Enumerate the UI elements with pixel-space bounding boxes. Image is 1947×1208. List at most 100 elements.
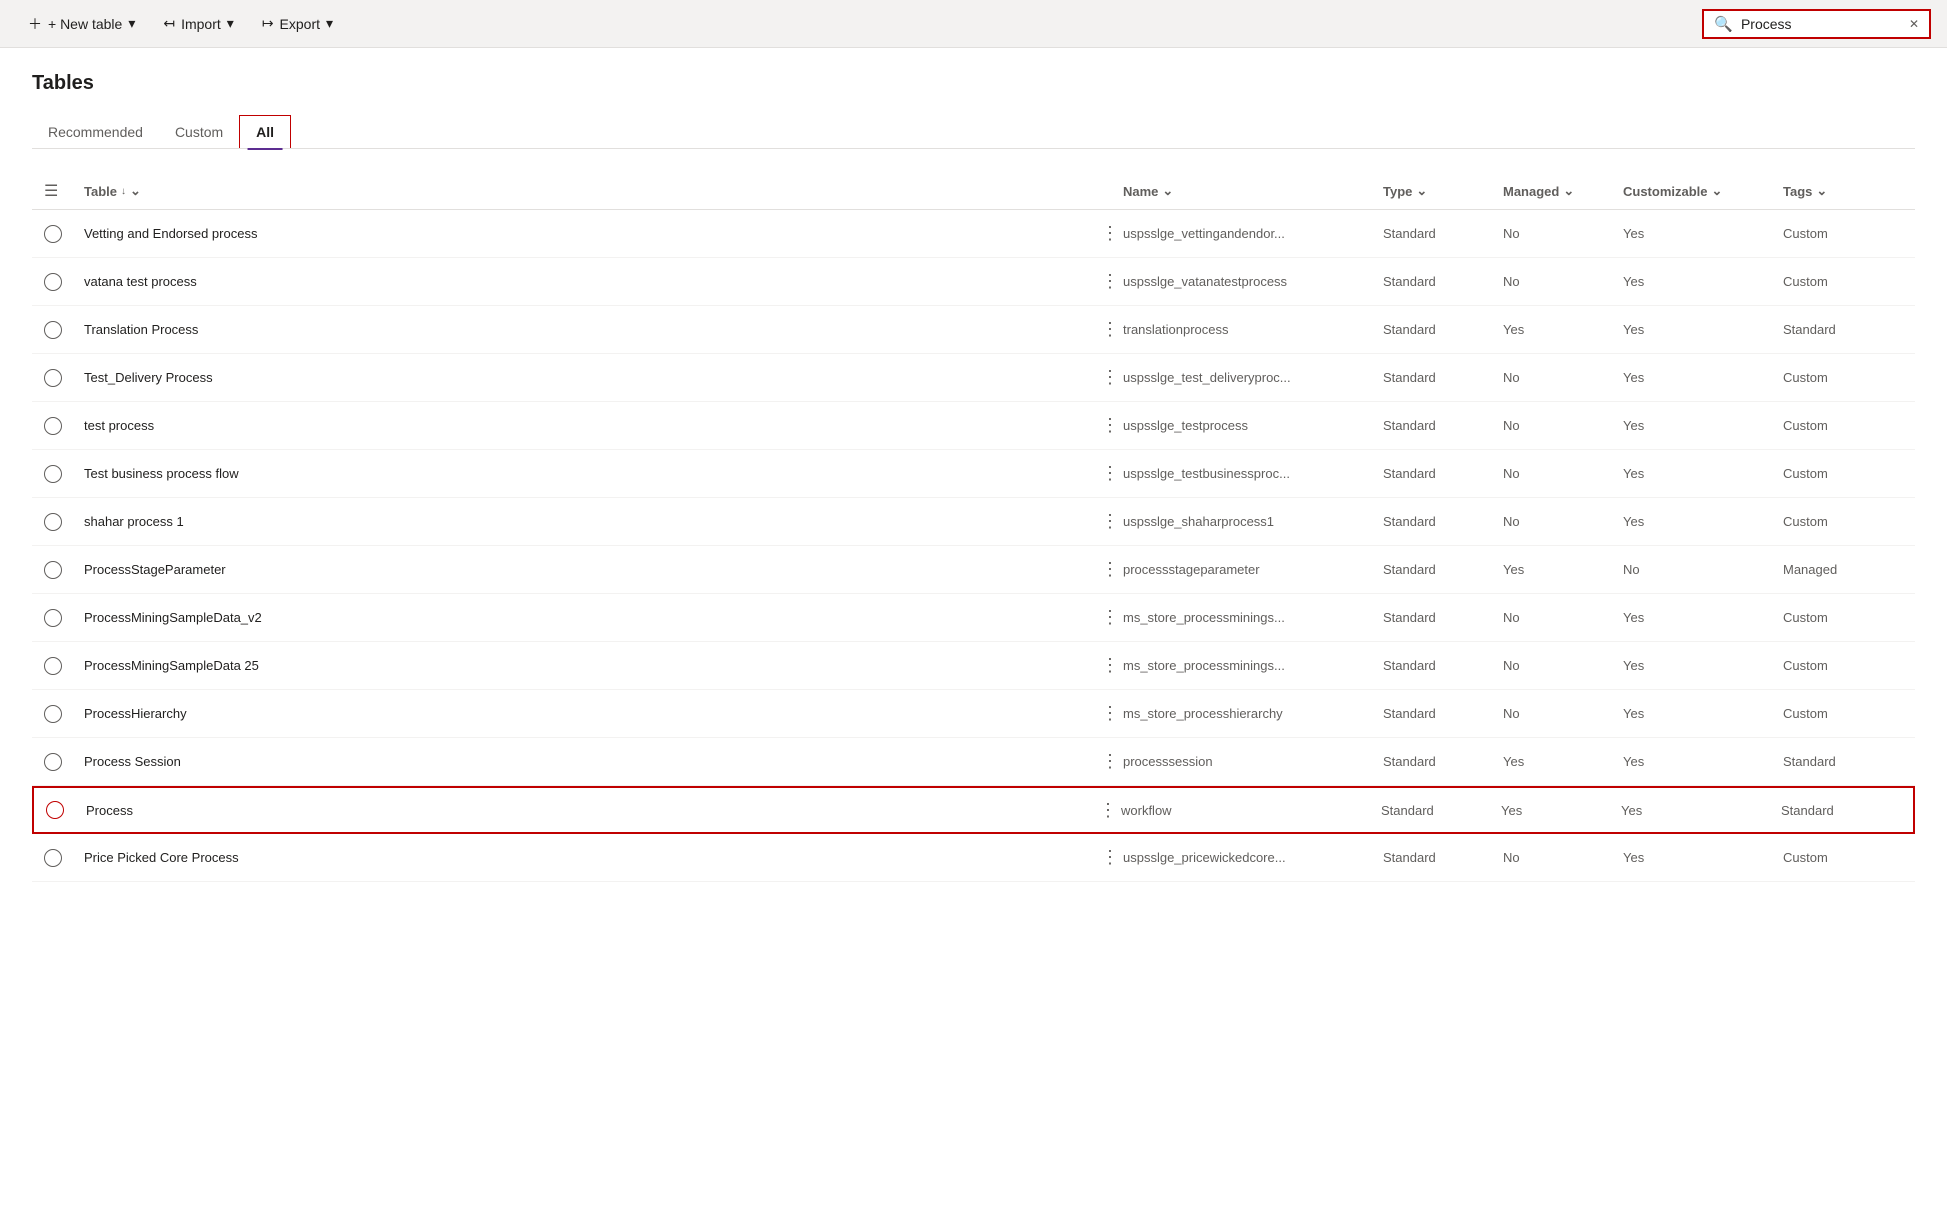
table-row[interactable]: test process ⋮ uspsslge_testprocess Stan…: [32, 402, 1915, 450]
tab-all[interactable]: All: [239, 115, 291, 148]
customizable-cell: Yes: [1623, 274, 1783, 289]
table-name-cell: Process: [86, 803, 1093, 818]
sort-down-icon: ↓: [121, 186, 126, 197]
type-cell: Standard: [1383, 610, 1503, 625]
tags-cell: Custom: [1783, 226, 1903, 241]
row-radio[interactable]: [44, 465, 62, 483]
table-row[interactable]: ProcessStageParameter ⋮ processstagepara…: [32, 546, 1915, 594]
tags-col-chevron: ⌄: [1816, 183, 1827, 199]
name-cell: uspsslge_vatanatestprocess: [1123, 274, 1383, 289]
table-name-cell: ProcessMiningSampleData_v2: [84, 610, 1095, 625]
row-more-button[interactable]: ⋮: [1095, 413, 1123, 438]
type-cell: Standard: [1383, 514, 1503, 529]
customizable-cell: Yes: [1623, 322, 1783, 337]
name-cell: uspsslge_testbusinessproc...: [1123, 466, 1383, 481]
row-more-button[interactable]: ⋮: [1095, 701, 1123, 726]
table-row[interactable]: vatana test process ⋮ uspsslge_vatanates…: [32, 258, 1915, 306]
row-more-button[interactable]: ⋮: [1095, 653, 1123, 678]
row-radio[interactable]: [44, 561, 62, 579]
row-radio[interactable]: [44, 369, 62, 387]
search-input[interactable]: [1741, 16, 1901, 32]
table-row[interactable]: Test_Delivery Process ⋮ uspsslge_test_de…: [32, 354, 1915, 402]
type-cell: Standard: [1383, 850, 1503, 865]
managed-cell: No: [1503, 226, 1623, 241]
managed-cell: No: [1503, 418, 1623, 433]
tags-col-header[interactable]: Tags ⌄: [1783, 183, 1903, 199]
export-button[interactable]: ↦ Export ▾: [250, 9, 345, 38]
type-cell: Standard: [1383, 418, 1503, 433]
table-row[interactable]: shahar process 1 ⋮ uspsslge_shaharproces…: [32, 498, 1915, 546]
type-cell: Standard: [1383, 754, 1503, 769]
row-radio[interactable]: [44, 657, 62, 675]
tags-cell: Custom: [1783, 514, 1903, 529]
row-radio[interactable]: [44, 849, 62, 867]
row-more-button[interactable]: ⋮: [1095, 317, 1123, 342]
customizable-col-header[interactable]: Customizable ⌄: [1623, 183, 1783, 199]
customizable-cell: No: [1623, 562, 1783, 577]
customizable-cell: Yes: [1623, 226, 1783, 241]
table-row[interactable]: Vetting and Endorsed process ⋮ uspsslge_…: [32, 210, 1915, 258]
list-view-icon[interactable]: ☰: [44, 183, 58, 200]
table-col-chevron: ⌄: [130, 183, 141, 199]
row-radio[interactable]: [44, 273, 62, 291]
import-button[interactable]: ↤ Import ▾: [151, 9, 245, 38]
table-row[interactable]: Translation Process ⋮ translationprocess…: [32, 306, 1915, 354]
table-name-cell: ProcessStageParameter: [84, 562, 1095, 577]
table-row[interactable]: Test business process flow ⋮ uspsslge_te…: [32, 450, 1915, 498]
managed-col-header[interactable]: Managed ⌄: [1503, 183, 1623, 199]
name-col-chevron: ⌄: [1162, 183, 1173, 199]
managed-cell: No: [1503, 706, 1623, 721]
table-row[interactable]: Process Session ⋮ processsession Standar…: [32, 738, 1915, 786]
tab-recommended[interactable]: Recommended: [32, 115, 159, 148]
managed-col-label: Managed: [1503, 184, 1559, 199]
table-row[interactable]: Process ⋮ workflow Standard Yes Yes Stan…: [32, 786, 1915, 834]
type-col-header[interactable]: Type ⌄: [1383, 183, 1503, 199]
table-col-label: Table: [84, 184, 117, 199]
row-radio[interactable]: [44, 321, 62, 339]
close-icon[interactable]: ✕: [1909, 17, 1919, 31]
import-label: Import: [181, 16, 221, 32]
tags-cell: Custom: [1783, 418, 1903, 433]
new-table-label: + New table: [48, 16, 122, 32]
export-chevron: ▾: [326, 15, 333, 32]
row-more-button[interactable]: ⋮: [1095, 221, 1123, 246]
table-row[interactable]: ProcessHierarchy ⋮ ms_store_processhiera…: [32, 690, 1915, 738]
import-icon: ↤: [163, 15, 175, 32]
row-radio[interactable]: [44, 225, 62, 243]
type-col-chevron: ⌄: [1416, 183, 1427, 199]
tags-cell: Custom: [1783, 610, 1903, 625]
row-radio[interactable]: [44, 513, 62, 531]
tags-cell: Custom: [1783, 850, 1903, 865]
table-col-header[interactable]: Table ↓ ⌄: [84, 183, 1095, 199]
type-cell: Standard: [1383, 706, 1503, 721]
row-radio[interactable]: [44, 609, 62, 627]
row-more-button[interactable]: ⋮: [1095, 509, 1123, 534]
table-row[interactable]: ProcessMiningSampleData_v2 ⋮ ms_store_pr…: [32, 594, 1915, 642]
new-table-button[interactable]: ＋ + New table ▾: [16, 8, 147, 40]
type-col-label: Type: [1383, 184, 1412, 199]
name-cell: translationprocess: [1123, 322, 1383, 337]
row-more-button[interactable]: ⋮: [1095, 749, 1123, 774]
row-more-button[interactable]: ⋮: [1095, 461, 1123, 486]
row-radio[interactable]: [44, 705, 62, 723]
row-more-button[interactable]: ⋮: [1095, 269, 1123, 294]
name-col-header[interactable]: Name ⌄: [1123, 183, 1383, 199]
managed-cell: Yes: [1503, 562, 1623, 577]
managed-cell: No: [1503, 466, 1623, 481]
managed-cell: No: [1503, 850, 1623, 865]
tab-custom[interactable]: Custom: [159, 115, 239, 148]
row-more-button[interactable]: ⋮: [1095, 557, 1123, 582]
row-more-button[interactable]: ⋮: [1095, 605, 1123, 630]
row-more-button[interactable]: ⋮: [1093, 798, 1121, 823]
tags-cell: Standard: [1783, 754, 1903, 769]
row-radio[interactable]: [46, 801, 64, 819]
type-cell: Standard: [1383, 466, 1503, 481]
row-radio[interactable]: [44, 753, 62, 771]
table-name-cell: Vetting and Endorsed process: [84, 226, 1095, 241]
row-more-button[interactable]: ⋮: [1095, 845, 1123, 870]
table-row[interactable]: ProcessMiningSampleData 25 ⋮ ms_store_pr…: [32, 642, 1915, 690]
row-more-button[interactable]: ⋮: [1095, 365, 1123, 390]
row-radio[interactable]: [44, 417, 62, 435]
table-row[interactable]: Price Picked Core Process ⋮ uspsslge_pri…: [32, 834, 1915, 882]
managed-cell: No: [1503, 514, 1623, 529]
